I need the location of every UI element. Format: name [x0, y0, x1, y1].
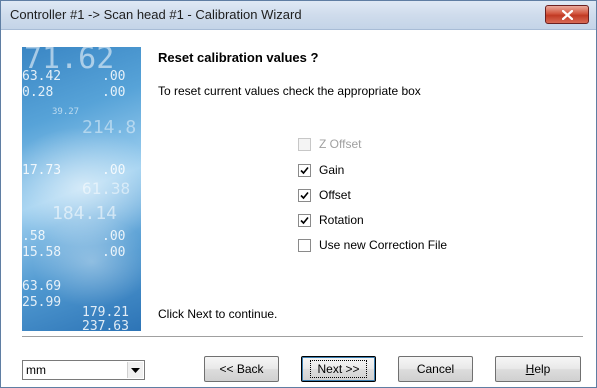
- next-button[interactable]: Next >>: [301, 356, 376, 382]
- chevron-down-icon: [131, 368, 140, 373]
- banner-number: 0.28: [22, 85, 54, 100]
- banner-number: 184.14: [52, 203, 118, 224]
- banner-number: 17.73: [22, 163, 62, 178]
- offset-checkbox[interactable]: [298, 188, 311, 202]
- banner-number: 61.38: [82, 179, 131, 198]
- footer-divider: [22, 336, 583, 338]
- units-select[interactable]: mm: [22, 360, 145, 380]
- rotation-label[interactable]: Rotation: [319, 213, 364, 227]
- banner-number: 15.58: [22, 245, 62, 260]
- z-offset-checkbox: [298, 137, 311, 151]
- help-button-label: Help: [526, 362, 551, 376]
- checkmark-icon: [300, 191, 309, 199]
- title-bar[interactable]: Controller #1 -> Scan head #1 - Calibrat…: [1, 1, 596, 30]
- banner-number: .00: [102, 85, 126, 100]
- gain-label[interactable]: Gain: [319, 163, 344, 177]
- rotation-checkbox[interactable]: [298, 213, 311, 227]
- close-button[interactable]: [545, 5, 589, 24]
- use-new-correction-file-checkbox[interactable]: [298, 238, 311, 252]
- window-title: Controller #1 -> Scan head #1 - Calibrat…: [10, 7, 302, 22]
- checkbox-rotation[interactable]: Rotation: [298, 212, 364, 228]
- help-label-rest: elp: [534, 362, 551, 376]
- use-new-correction-file-label[interactable]: Use new Correction File: [319, 238, 447, 252]
- help-button[interactable]: Help: [495, 356, 581, 382]
- back-button[interactable]: << Back: [204, 356, 279, 382]
- checkmark-icon: [300, 216, 309, 224]
- next-button-label: Next >>: [310, 360, 367, 378]
- banner-number: 237.63: [82, 319, 129, 331]
- close-icon: [562, 10, 573, 20]
- checkbox-z-offset: Z Offset: [298, 136, 361, 152]
- cancel-button-label: Cancel: [416, 362, 455, 376]
- banner-number: 63.42: [22, 69, 62, 84]
- units-dropdown-button[interactable]: [127, 362, 143, 378]
- wizard-banner-image: 71.62 63.42 .00 0.28 .00 39.27 214.8 17.…: [22, 47, 141, 331]
- continue-hint: Click Next to continue.: [158, 307, 278, 321]
- checkbox-gain[interactable]: Gain: [298, 162, 344, 178]
- banner-number: 25.99: [22, 295, 62, 310]
- checkbox-use-new-correction-file[interactable]: Use new Correction File: [298, 237, 447, 253]
- cancel-button[interactable]: Cancel: [398, 356, 473, 382]
- checkmark-icon: [300, 166, 309, 174]
- gain-checkbox[interactable]: [298, 163, 311, 177]
- z-offset-label: Z Offset: [319, 137, 362, 151]
- calibration-wizard-window: Controller #1 -> Scan head #1 - Calibrat…: [0, 0, 597, 388]
- units-select-value: mm: [26, 363, 46, 377]
- offset-label[interactable]: Offset: [319, 188, 351, 202]
- banner-number: .00: [102, 229, 126, 244]
- banner-number: 39.27: [52, 107, 80, 117]
- back-button-label: << Back: [219, 362, 264, 376]
- banner-number: .00: [102, 69, 126, 84]
- banner-number: 214.8: [82, 117, 137, 138]
- instruction-text: To reset current values check the approp…: [158, 84, 421, 98]
- banner-number: 63.69: [22, 279, 62, 294]
- checkbox-offset[interactable]: Offset: [298, 187, 351, 203]
- banner-number: .00: [102, 245, 126, 260]
- banner-number: 179.21: [82, 305, 129, 320]
- page-heading: Reset calibration values ?: [158, 50, 319, 65]
- banner-number: .58: [22, 229, 46, 244]
- banner-number: .00: [102, 163, 126, 178]
- wizard-content: 71.62 63.42 .00 0.28 .00 39.27 214.8 17.…: [1, 30, 596, 387]
